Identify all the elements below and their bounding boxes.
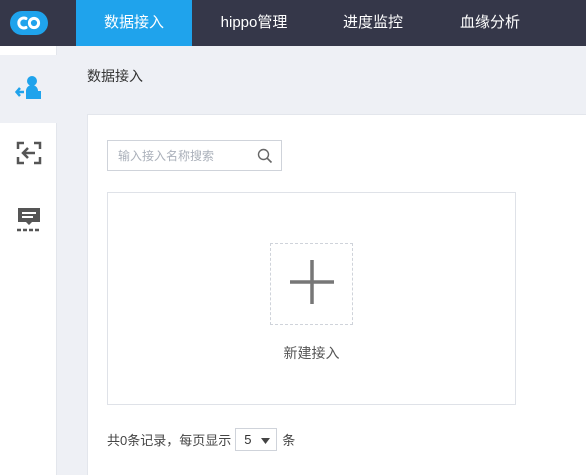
add-access-label[interactable]: 新建接入 bbox=[270, 343, 353, 363]
page-size-value: 5 bbox=[244, 431, 252, 447]
search-icon[interactable] bbox=[257, 148, 273, 164]
search-input[interactable] bbox=[108, 141, 253, 170]
pagination: 共0条记录，每页显示 5 条 bbox=[107, 427, 295, 451]
nav-tab-data-access[interactable]: 数据接入 bbox=[76, 0, 192, 46]
user-import-icon bbox=[14, 74, 43, 105]
nav-tab-lineage[interactable]: 血缘分析 bbox=[432, 0, 548, 46]
sidebar-item-monitor[interactable] bbox=[0, 187, 57, 255]
page-size-select[interactable]: 5 bbox=[235, 427, 278, 451]
caret-down-icon bbox=[261, 432, 271, 447]
nav-tab-progress[interactable]: 进度监控 bbox=[315, 0, 431, 46]
search-box bbox=[107, 140, 282, 171]
exit-arrow-icon bbox=[16, 141, 42, 170]
sidebar-item-exit[interactable] bbox=[0, 121, 57, 189]
monitor-list-icon bbox=[16, 206, 42, 237]
pagination-suffix: 条 bbox=[282, 432, 296, 448]
page-title: 数据接入 bbox=[87, 68, 143, 84]
sidebar-item-data-import[interactable] bbox=[0, 55, 57, 123]
nav-tab-hippo[interactable]: hippo管理 bbox=[196, 0, 312, 46]
add-access-button[interactable] bbox=[270, 243, 353, 325]
plus-icon bbox=[288, 258, 336, 311]
logo[interactable] bbox=[0, 0, 57, 46]
sidebar bbox=[0, 46, 57, 475]
pagination-summary: 共0条记录，每页显示 bbox=[107, 432, 232, 448]
top-navigation-bar: 数据接入 hippo管理 进度监控 血缘分析 bbox=[0, 0, 586, 46]
logo-icon bbox=[9, 11, 48, 35]
